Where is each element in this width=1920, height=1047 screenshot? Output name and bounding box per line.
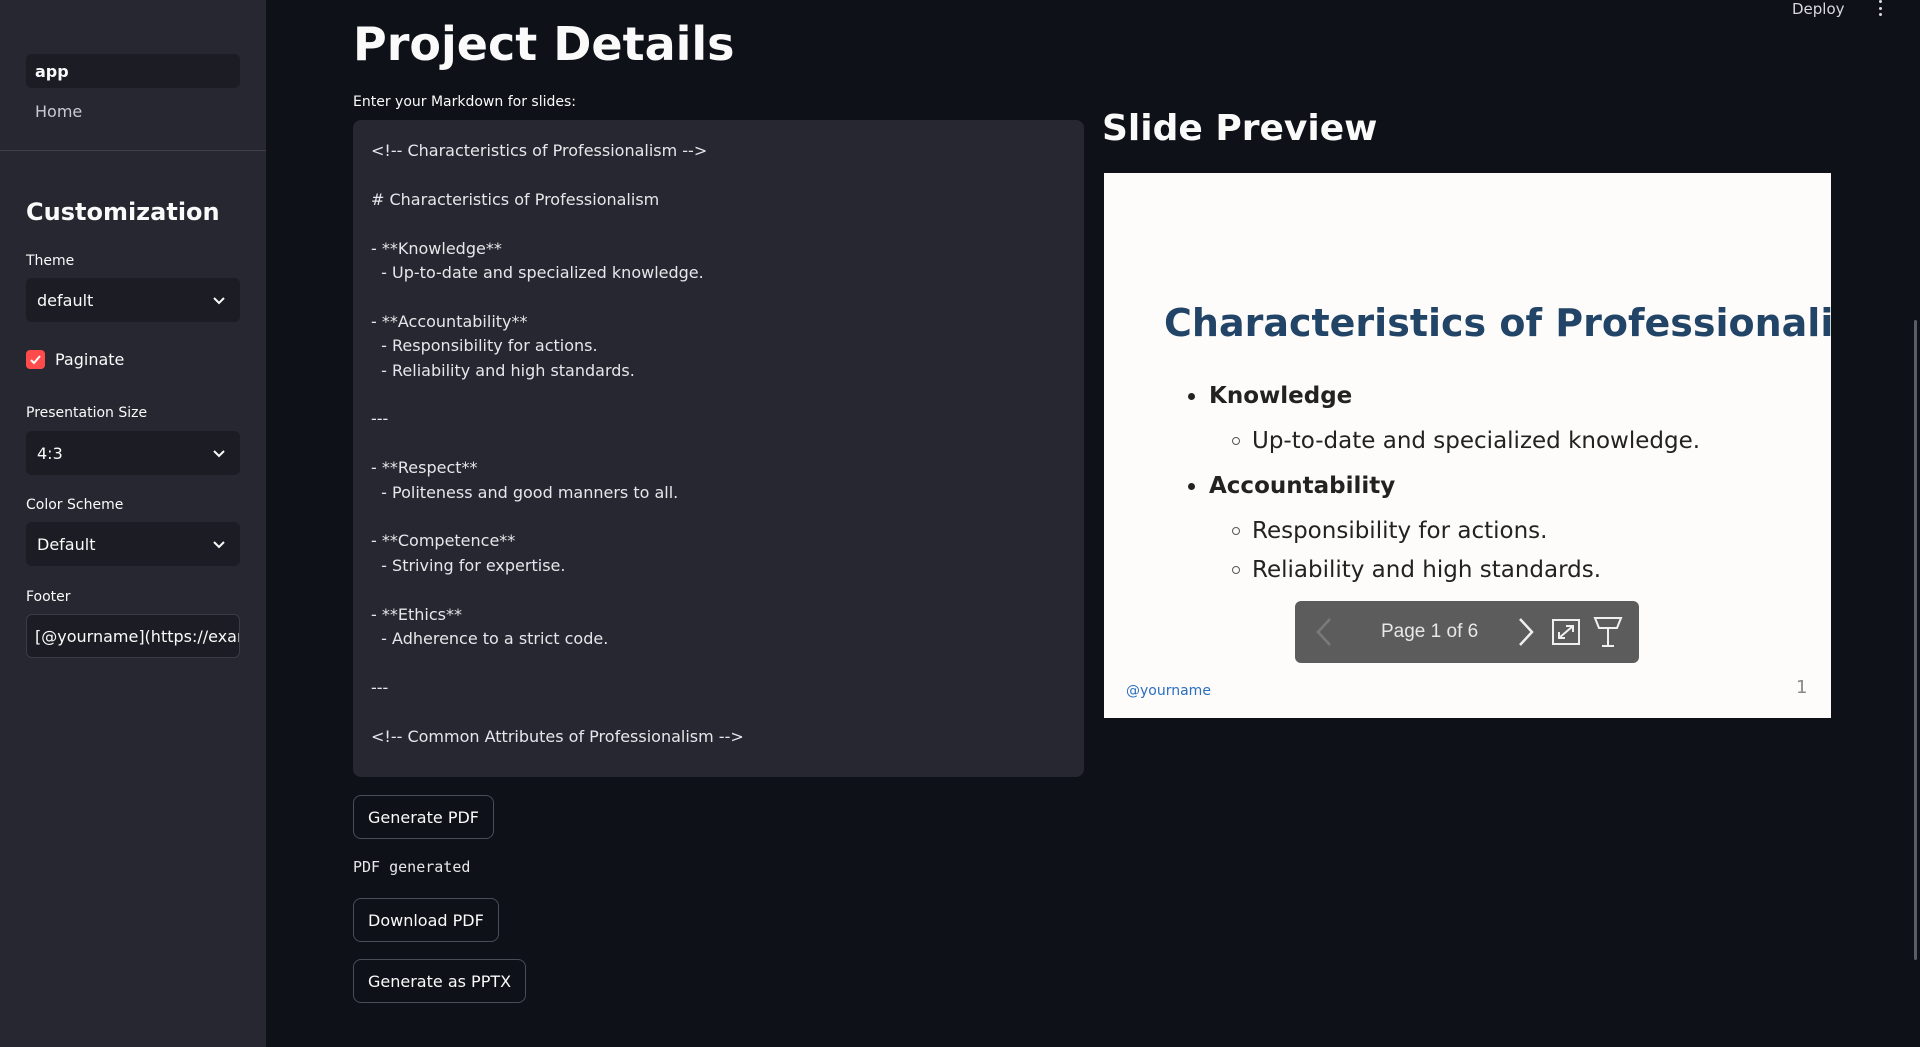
- slide-sub-bullet: Up-to-date and specialized knowledge.: [1232, 428, 1700, 454]
- paginate-checkbox[interactable]: [26, 350, 45, 369]
- fullscreen-icon[interactable]: [1551, 618, 1581, 646]
- color-scheme-select[interactable]: Default: [26, 522, 240, 566]
- footer-input[interactable]: [@yourname](https://example.com): [26, 614, 240, 658]
- size-select[interactable]: 4:3: [26, 431, 240, 475]
- markdown-line: [371, 432, 1066, 456]
- bullet-dot-icon: [1188, 482, 1195, 490]
- page-indicator: Page 1 of 6: [1381, 621, 1479, 642]
- slide-number: 1: [1796, 677, 1808, 698]
- slide-bullet-text: Knowledge: [1209, 383, 1353, 409]
- markdown-line: [371, 700, 1066, 724]
- sidebar: app Home Customization Theme default Pag…: [0, 0, 266, 1047]
- preview-title: Slide Preview: [1102, 108, 1378, 149]
- bullet-circle-icon: [1232, 566, 1240, 574]
- presenter-icon[interactable]: [1592, 615, 1624, 649]
- slide-footer-link[interactable]: @yourname: [1126, 683, 1211, 699]
- slide-bullet: Accountability: [1188, 473, 1395, 499]
- bullet-circle-icon: [1232, 437, 1240, 445]
- generate-pdf-button[interactable]: Generate PDF: [353, 795, 494, 839]
- markdown-label: Enter your Markdown for slides:: [353, 94, 576, 110]
- theme-select[interactable]: default: [26, 278, 240, 322]
- markdown-line: [371, 578, 1066, 602]
- markdown-line: [371, 163, 1066, 187]
- chevron-down-icon: [213, 297, 225, 305]
- main-menu-icon[interactable]: [1874, 0, 1886, 16]
- sidebar-divider: [0, 150, 266, 151]
- sidebar-nav-app[interactable]: app: [26, 54, 240, 88]
- bullet-dot-icon: [1188, 392, 1195, 400]
- markdown-line: - Responsibility for actions.: [371, 336, 598, 356]
- markdown-line: [371, 212, 1066, 236]
- color-scheme-select-value: Default: [37, 534, 96, 554]
- markdown-line: - **Ethics**: [371, 604, 462, 624]
- markdown-line: - **Competence**: [371, 531, 516, 551]
- size-label: Presentation Size: [26, 405, 148, 421]
- chevron-down-icon: [213, 450, 225, 458]
- footer-label: Footer: [26, 589, 71, 605]
- bullet-circle-icon: [1232, 527, 1240, 535]
- chevron-right-icon[interactable]: [1515, 615, 1537, 649]
- slide-bullet-text: Responsibility for actions.: [1252, 518, 1548, 544]
- slide-preview: Characteristics of Professionalism Knowl…: [1104, 173, 1831, 718]
- page-title: Project Details: [353, 17, 735, 71]
- markdown-line: <!-- Characteristics of Professionalism …: [371, 141, 708, 160]
- markdown-line: [371, 505, 1066, 529]
- theme-select-value: default: [37, 290, 94, 310]
- markdown-line: - **Knowledge**: [371, 238, 502, 258]
- check-icon: [30, 355, 41, 365]
- slide-title: Characteristics of Professionalism: [1164, 301, 1831, 345]
- download-pdf-button[interactable]: Download PDF: [353, 898, 499, 942]
- paginate-checkbox-row[interactable]: Paginate: [26, 350, 124, 369]
- slide-sub-bullet: Reliability and high standards.: [1232, 557, 1601, 583]
- markdown-line: ---: [371, 409, 389, 429]
- sidebar-heading: Customization: [26, 198, 220, 226]
- markdown-line: [371, 651, 1066, 675]
- markdown-line: - **Respect**: [371, 458, 478, 478]
- generate-pptx-button[interactable]: Generate as PPTX: [353, 959, 527, 1003]
- deploy-button[interactable]: Deploy: [1792, 0, 1845, 18]
- slide-sub-bullet: Responsibility for actions.: [1232, 518, 1547, 544]
- slide-bullet-text: Reliability and high standards.: [1252, 557, 1602, 583]
- theme-label: Theme: [26, 253, 75, 269]
- markdown-line: - Up-to-date and specialized knowledge.: [371, 263, 704, 282]
- paginate-label: Paginate: [55, 350, 125, 369]
- markdown-line: - **Accountability**: [371, 311, 528, 331]
- markdown-textarea[interactable]: <!-- Characteristics of Professionalism …: [353, 120, 1084, 777]
- color-scheme-label: Color Scheme: [26, 497, 124, 513]
- size-select-value: 4:3: [37, 443, 63, 463]
- slide-bullet: Knowledge: [1188, 383, 1352, 409]
- sidebar-nav-home[interactable]: Home: [26, 94, 240, 128]
- slide-bullet-text: Up-to-date and specialized knowledge.: [1252, 428, 1701, 454]
- status-text: PDF generated: [353, 858, 471, 876]
- markdown-line: # Characteristics of Professionalism: [371, 189, 660, 209]
- sidebar-nav-label: Home: [35, 101, 83, 121]
- sidebar-nav-label: app: [35, 61, 69, 81]
- markdown-line: - Reliability and high standards.: [371, 360, 635, 380]
- markdown-line: - Adherence to a strict code.: [371, 629, 609, 649]
- markdown-line: <!-- Common Attributes of Professionalis…: [371, 726, 744, 746]
- markdown-line: [371, 383, 1066, 407]
- slide-pager: Page 1 of 6: [1295, 601, 1639, 663]
- chevron-left-icon[interactable]: [1313, 615, 1335, 649]
- chevron-down-icon: [213, 541, 225, 549]
- page-scrollbar[interactable]: [1914, 320, 1917, 960]
- markdown-line: - Politeness and good manners to all.: [371, 482, 679, 502]
- markdown-line: [371, 285, 1066, 309]
- markdown-line: ---: [371, 677, 389, 697]
- slide-bullet-text: Accountability: [1209, 473, 1396, 499]
- markdown-line: - Striving for expertise.: [371, 555, 566, 575]
